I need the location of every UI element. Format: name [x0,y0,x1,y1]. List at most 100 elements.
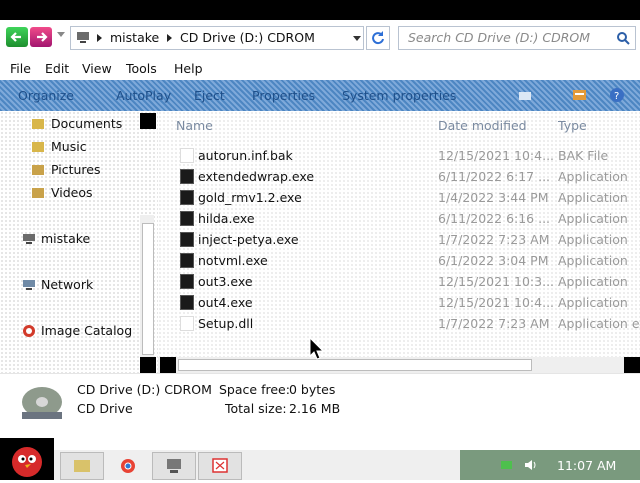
exe-icon [180,169,194,184]
file-row[interactable]: inject-petya.exe 1/7/2022 7:23 AM Applic… [158,229,640,250]
file-row[interactable]: extendedwrap.exe 6/11/2022 6:17 ... Appl… [158,166,640,187]
chrome-icon [121,459,135,473]
file-row[interactable]: out3.exe 12/15/2021 10:3... Application [158,271,640,292]
toolbar-autoplay[interactable]: AutoPlay [116,88,171,103]
taskbar-chrome-button[interactable] [106,452,150,480]
file-type: Application [558,232,628,247]
breadcrumb-cd-drive[interactable]: CD Drive (D:) CDROM [180,30,315,45]
computer-icon [167,459,181,473]
menu-tools[interactable]: Tools [126,61,157,76]
nav-scroll-up-button[interactable] [140,113,156,129]
total-size-value: 2.16 MB [289,401,341,416]
column-header-type[interactable]: Type [558,118,587,133]
preview-pane-icon[interactable] [572,88,588,102]
mouse-cursor-icon [309,337,325,360]
forward-arrow-icon [37,32,48,42]
address-row: mistake CD Drive (D:) CDROM Search CD Dr… [0,20,640,56]
toolbar-system-properties[interactable]: System properties [342,88,456,103]
file-type: Application ex [558,316,640,331]
file-name: notvml.exe [198,253,268,268]
file-type: Application [558,190,628,205]
file-type: Application [558,274,628,289]
exe-icon [180,253,194,268]
search-input[interactable]: Search CD Drive (D:) CDROM [398,26,636,50]
taskbar-app-button[interactable] [198,452,242,480]
file-row[interactable]: notvml.exe 6/1/2022 3:04 PM Application [158,250,640,271]
nav-network[interactable]: Network [41,277,93,292]
file-name: extendedwrap.exe [198,169,315,184]
file-row[interactable]: gold_rmv1.2.exe 1/4/2022 3:44 PM Applica… [158,187,640,208]
menu-file[interactable]: File [10,61,31,76]
menu-view[interactable]: View [82,61,112,76]
menu-help[interactable]: Help [174,61,203,76]
back-button[interactable] [6,27,28,47]
nav-scrollbar[interactable] [140,215,154,363]
address-bar[interactable]: mistake CD Drive (D:) CDROM [70,26,364,50]
search-icon[interactable] [616,31,630,45]
file-date: 6/1/2022 3:04 PM [438,253,549,268]
column-header-date[interactable]: Date modified [438,118,527,133]
file-row[interactable]: out4.exe 12/15/2021 10:4... Application [158,292,640,313]
nav-mistake[interactable]: mistake [41,231,90,246]
refresh-button[interactable] [366,26,390,50]
exe-icon [180,190,194,205]
nav-documents[interactable]: Documents [51,116,122,131]
app-window-icon [212,458,228,473]
computer-icon [23,234,35,244]
drive-name: CD Drive (D:) CDROM [77,382,212,397]
file-date: 6/11/2022 6:17 ... [438,169,551,184]
file-type: Application [558,295,628,310]
exe-icon [180,295,194,310]
file-row[interactable]: autorun.inf.bak 12/15/2021 10:4... BAK F… [158,145,640,166]
column-header-name[interactable]: Name [176,118,213,133]
scroll-left-button-2[interactable] [160,357,176,373]
exe-icon [180,211,194,226]
documents-icon [32,119,44,129]
recent-pages-dropdown[interactable] [57,32,65,37]
file-date: 1/7/2022 7:23 AM [438,316,550,331]
toolbar-properties[interactable]: Properties [252,88,315,103]
address-dropdown[interactable] [353,36,361,41]
taskbar: 11:07 AM [0,428,640,480]
file-date: 12/15/2021 10:4... [438,295,555,310]
command-toolbar: Organize AutoPlay Eject Properties Syste… [0,80,640,111]
file-name: autorun.inf.bak [198,148,293,163]
nav-music[interactable]: Music [51,139,87,154]
drive-type: CD Drive [77,401,133,416]
clock[interactable]: 11:07 AM [557,458,616,473]
horizontal-scrollbar[interactable] [140,357,640,373]
volume-icon[interactable] [523,458,539,472]
scroll-right-button[interactable] [624,357,640,373]
refresh-icon [372,31,384,45]
file-row[interactable]: hilda.exe 6/11/2022 6:16 ... Application [158,208,640,229]
taskbar-computer-button[interactable] [152,452,196,480]
nav-pictures[interactable]: Pictures [51,162,101,177]
start-button[interactable] [0,438,54,480]
breadcrumb-separator[interactable] [167,34,172,42]
svg-text:?: ? [614,91,619,102]
file-name: gold_rmv1.2.exe [198,190,302,205]
videos-icon [32,188,44,198]
file-type: Application [558,169,628,184]
battery-icon[interactable] [500,459,514,471]
toolbar-eject[interactable]: Eject [194,88,225,103]
breadcrumb-separator[interactable] [97,34,102,42]
computer-icon [77,32,89,43]
nav-videos[interactable]: Videos [51,185,93,200]
toolbar-organize[interactable]: Organize [18,88,74,103]
details-pane: CD Drive (D:) CDROM CD Drive Space free:… [0,373,640,429]
file-row[interactable]: Setup.dll 1/7/2022 7:23 AM Application e… [158,313,640,334]
view-options-icon[interactable] [518,89,534,103]
nav-scrollbar-thumb[interactable] [142,223,154,355]
horizontal-scrollbar-thumb[interactable] [178,359,532,371]
file-name: Setup.dll [198,316,254,331]
help-icon[interactable]: ? [609,87,625,103]
menu-edit[interactable]: Edit [45,61,69,76]
breadcrumb-mistake[interactable]: mistake [110,30,159,45]
scroll-left-button[interactable] [140,357,156,373]
network-icon [23,280,35,290]
nav-image-catalog[interactable]: Image Catalog [41,323,132,338]
forward-button[interactable] [30,27,52,47]
menu-bar: File Edit View Tools Help [0,58,640,80]
taskbar-explorer-button[interactable] [60,452,104,480]
